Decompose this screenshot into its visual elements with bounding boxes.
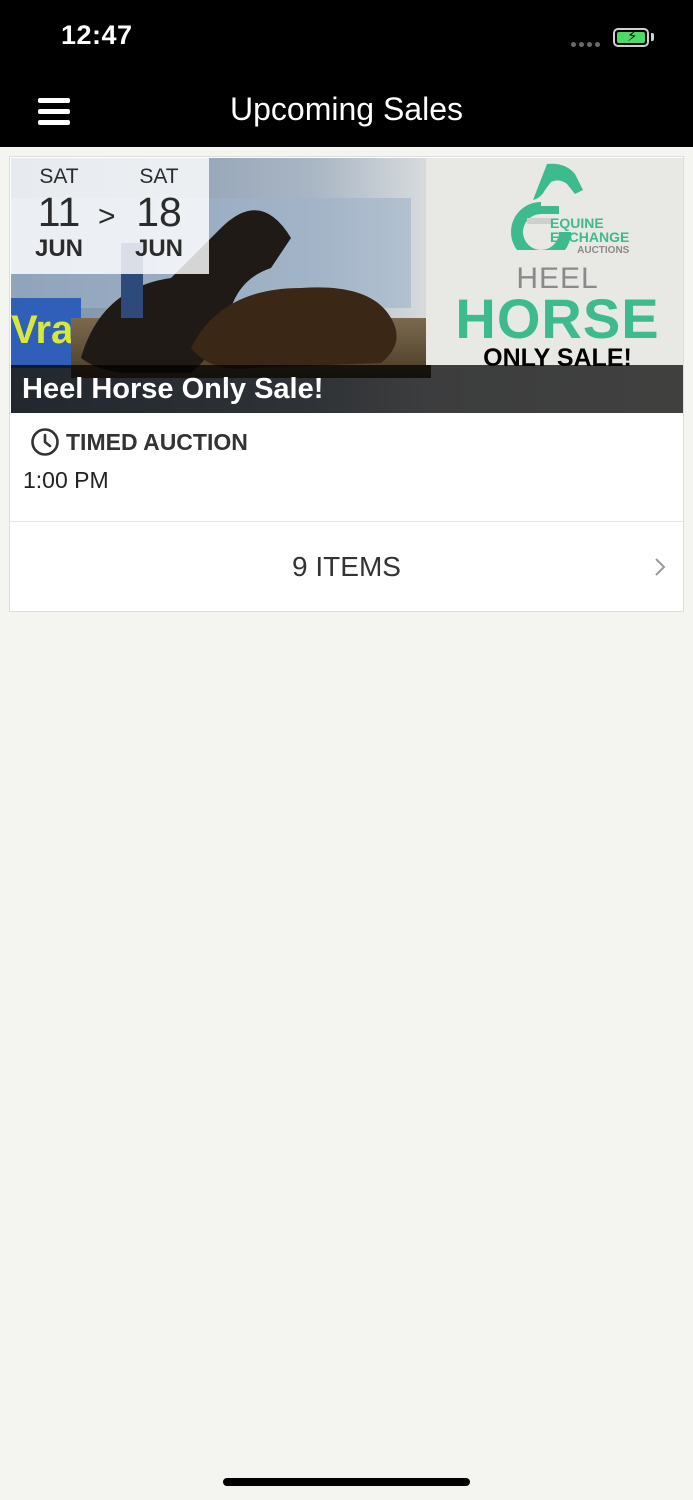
sale-card[interactable]: Vran SAT 11 JUN > SAT 18 JUN EQUINE EXCH… bbox=[9, 156, 684, 612]
logo-line-1: EQUINE bbox=[550, 215, 604, 231]
sale-title-bar: Heel Horse Only Sale! bbox=[11, 365, 683, 413]
logo-line-3: AUCTIONS bbox=[577, 245, 630, 256]
items-count-link[interactable]: 9 ITEMS bbox=[10, 551, 683, 583]
battery-cap bbox=[651, 33, 654, 41]
start-date: SAT 11 JUN bbox=[13, 164, 105, 264]
date-range: SAT 11 JUN > SAT 18 JUN bbox=[11, 158, 209, 274]
sale-banner-image: Vran SAT 11 JUN > SAT 18 JUN EQUINE EXCH… bbox=[11, 158, 683, 413]
auction-type: TIMED AUCTION bbox=[30, 427, 248, 457]
logo-line-2: EXCHANGE bbox=[550, 229, 630, 245]
page-title: Upcoming Sales bbox=[230, 91, 463, 127]
auction-type-label: TIMED AUCTION bbox=[66, 428, 248, 455]
home-indicator[interactable] bbox=[223, 1478, 470, 1486]
banner-horse-text: HORSE bbox=[455, 287, 660, 350]
end-day-of-week: SAT bbox=[139, 165, 179, 188]
clock-icon bbox=[31, 428, 59, 456]
banner-logo: EQUINE EXCHANGE AUCTIONS HEEL HORSE ONLY… bbox=[431, 158, 683, 372]
status-bar: 12:47 ⚡ bbox=[0, 0, 693, 78]
signal-icon bbox=[571, 42, 600, 47]
charging-bolt-icon: ⚡ bbox=[627, 28, 638, 45]
end-day: 18 bbox=[136, 189, 182, 235]
start-day: 11 bbox=[37, 189, 81, 235]
start-month: JUN bbox=[34, 235, 83, 262]
status-time: 12:47 bbox=[61, 20, 133, 50]
card-divider bbox=[10, 521, 683, 522]
end-date: SAT 18 JUN bbox=[113, 164, 205, 264]
sale-title: Heel Horse Only Sale! bbox=[22, 373, 324, 405]
chevron-right-icon[interactable] bbox=[653, 556, 667, 578]
nav-bar: Upcoming Sales bbox=[0, 78, 693, 147]
start-day-of-week: SAT bbox=[39, 165, 79, 188]
end-month: JUN bbox=[134, 235, 183, 262]
battery-icon: ⚡ bbox=[613, 28, 649, 47]
auction-time: 1:00 PM bbox=[23, 467, 109, 493]
